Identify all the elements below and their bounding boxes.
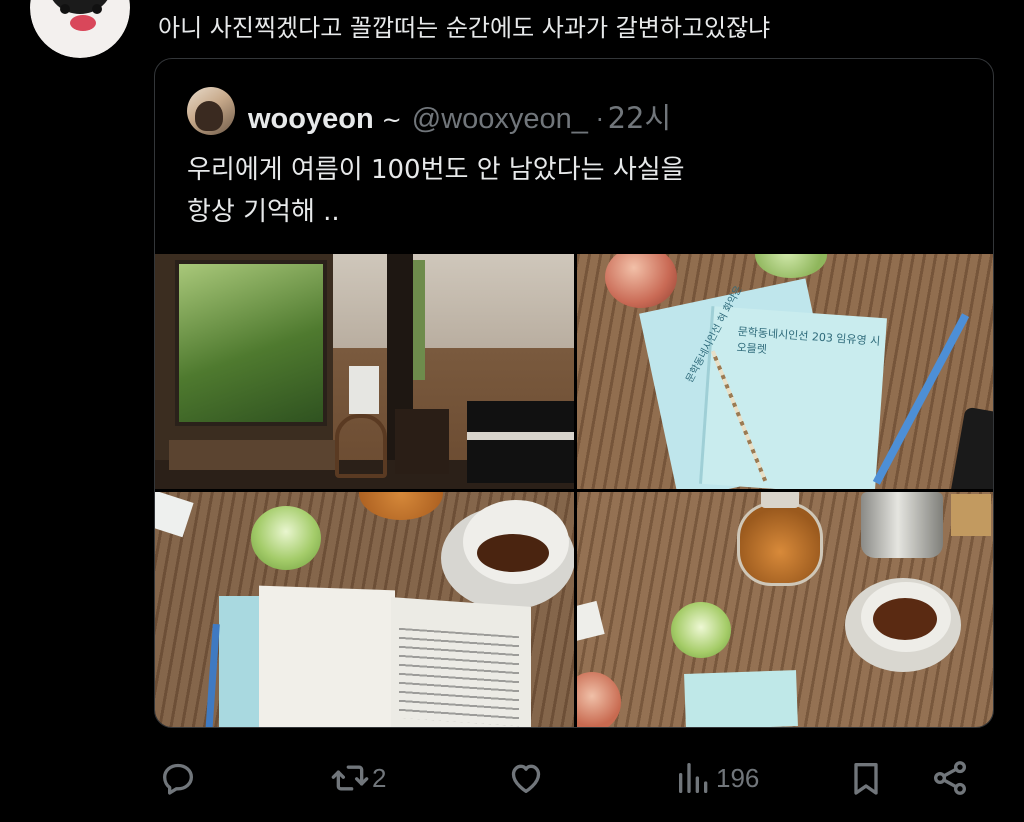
penguin-right-eye <box>92 4 102 14</box>
media-grid: 문학동네시인선 203 임유영 시 오믈렛 문학동네시인선 혀 화약은 <box>155 254 993 727</box>
quoted-text-line-1: 우리에게 여름이 100번도 안 남았다는 사실을 <box>187 155 685 185</box>
tea <box>477 534 549 572</box>
penguin-beak <box>70 15 96 31</box>
avatar-hair <box>195 101 223 131</box>
honey-pot <box>737 502 823 586</box>
room-window <box>175 260 327 426</box>
room-desk <box>169 440 339 470</box>
quoted-post-text: 우리에게 여름이 100번도 안 남았다는 사실을 항상 기억해 .. <box>187 149 947 233</box>
retweet-count: 2 <box>372 762 387 793</box>
reply-button[interactable] <box>158 748 198 808</box>
wooden-box <box>951 494 991 536</box>
penguin-left-eye <box>60 4 70 14</box>
rocking-chair <box>335 414 387 478</box>
book-text-lines <box>399 627 519 727</box>
quoted-text-line-2: 항상 기억해 .. <box>187 197 340 227</box>
photo-tea-and-honey[interactable] <box>577 492 993 727</box>
room-air-conditioner <box>349 366 379 414</box>
quoted-post[interactable]: wooyeon ~ @wooxyeon_ · 22시 우리에게 여름이 100번… <box>154 58 994 728</box>
book-subtitle-text: 오믈렛 <box>736 341 768 357</box>
action-bar: 2 196 <box>0 748 1024 808</box>
bookmark-card <box>684 670 798 727</box>
bitten-green-apple <box>671 602 731 658</box>
header-separator: · <box>595 106 604 134</box>
like-button[interactable] <box>506 748 546 808</box>
bookmark-button[interactable] <box>846 748 886 808</box>
views-icon <box>679 763 708 793</box>
honey-pot-lid <box>761 492 799 508</box>
piano-keys <box>467 432 574 440</box>
room-cabinet <box>395 409 449 474</box>
quoted-post-header: wooyeon ~ @wooxyeon_ · 22시 <box>248 95 671 137</box>
share-icon <box>934 761 966 795</box>
views-count: 196 <box>716 762 760 793</box>
like-icon <box>511 764 541 793</box>
bookmark-icon <box>854 763 878 795</box>
quoted-display-name[interactable]: wooyeon <box>248 103 374 136</box>
quoted-handle[interactable]: @wooxyeon_ <box>412 103 588 136</box>
quoted-author-avatar[interactable] <box>187 87 235 135</box>
quoted-timestamp[interactable]: 22시 <box>608 95 672 137</box>
retweet-button[interactable]: 2 <box>330 748 386 808</box>
reply-icon <box>163 763 193 795</box>
quoted-name-suffix: ~ <box>381 106 402 134</box>
reply-author-avatar[interactable] <box>30 0 130 58</box>
photo-room[interactable] <box>155 254 574 489</box>
tea <box>873 598 937 640</box>
photo-tea-and-book[interactable] <box>155 492 574 727</box>
share-button[interactable] <box>930 748 970 808</box>
room-piano <box>467 401 574 483</box>
bitten-green-apple <box>251 506 321 570</box>
photo-books[interactable]: 문학동네시인선 203 임유영 시 오믈렛 문학동네시인선 혀 화약은 <box>577 254 993 489</box>
retweet-icon <box>331 765 369 791</box>
milk-jug <box>861 492 943 558</box>
views-button[interactable]: 196 <box>674 748 759 808</box>
open-book-left-page <box>259 585 395 727</box>
reply-text: 아니 사진찍겠다고 꼴깝떠는 순간에도 사과가 갈변하고있잖냐 <box>158 14 771 42</box>
